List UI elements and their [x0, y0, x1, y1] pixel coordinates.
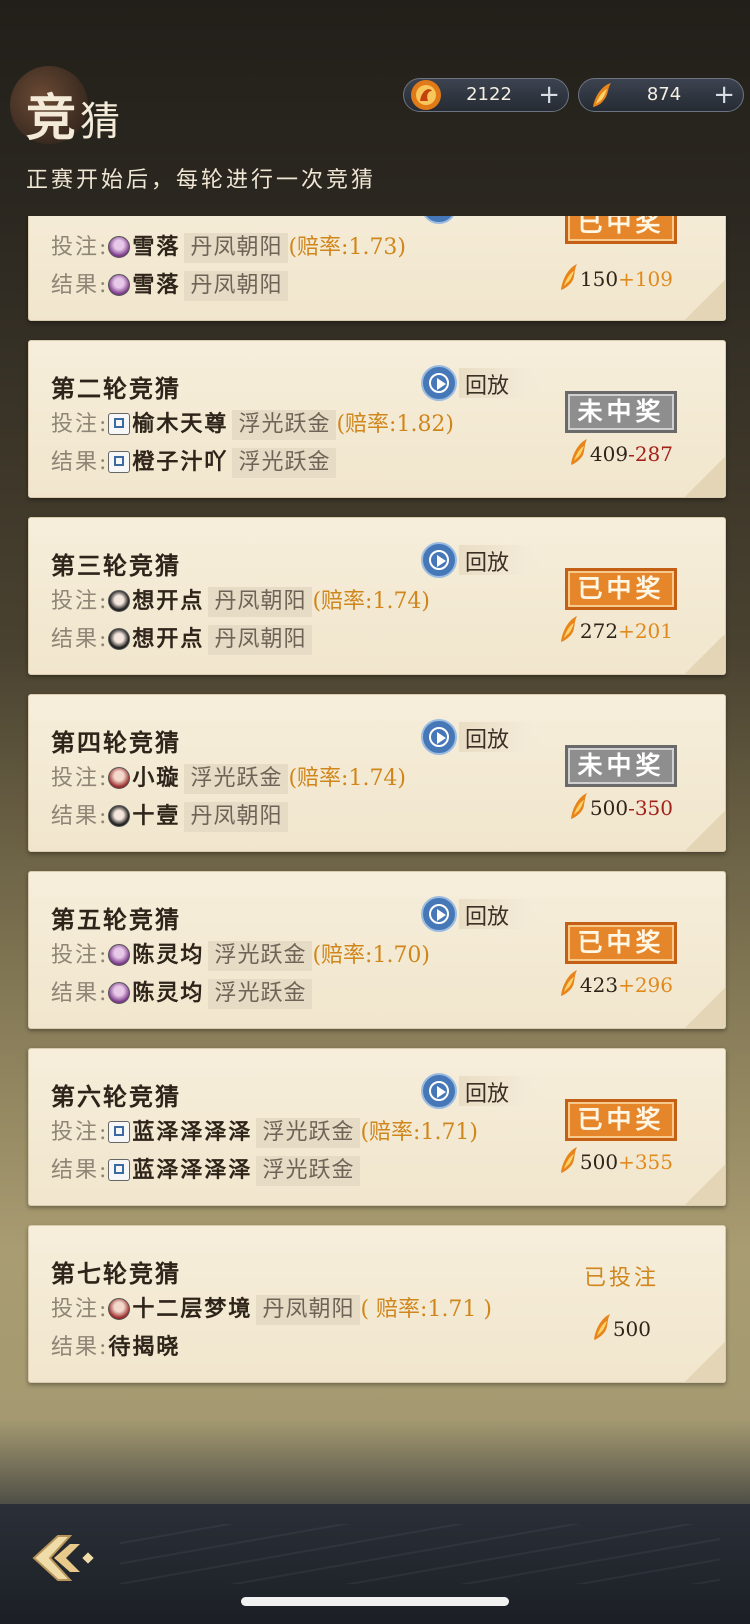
round-title: 第五轮竞猜: [51, 905, 181, 934]
round-title: 第四轮竞猜: [51, 728, 181, 757]
round-card: 第四轮竞猜 回放 投注: 小璇 浮光跃金 (赔率:1.74) 结果: 十壹 丹凤朝阳 未中…: [28, 694, 726, 852]
bet-amount: 423+296: [558, 968, 673, 1000]
status-badge: 已中奖: [565, 1099, 677, 1141]
avatar: [108, 451, 131, 473]
avatar: [108, 767, 131, 789]
bet-row: 投注: 陈灵均 浮光跃金 (赔率:1.70): [51, 940, 430, 971]
result-row: 结果:待揭晓: [51, 1334, 181, 1360]
flame-feather-icon: [560, 970, 577, 996]
avatar: [108, 805, 131, 827]
play-icon: [421, 542, 457, 578]
result-row: 结果: 十壹 丹凤朝阳: [51, 801, 289, 832]
round-title: 第七轮竞猜: [51, 1259, 181, 1288]
result-row: 结果: 蓝泽泽泽泽 浮光跃金: [51, 1155, 361, 1186]
avatar: [108, 590, 131, 612]
rounds-list[interactable]: 投注: 雪落 丹凤朝阳 (赔率:1.73) 结果: 雪落 丹凤朝阳 已中奖 150+109…: [0, 216, 750, 1396]
result-row: 结果: 雪落 丹凤朝阳: [51, 270, 289, 301]
play-icon: [421, 216, 457, 224]
page-subtitle: 正赛开始后，每轮进行一次竞猜: [26, 168, 377, 193]
bet-row: 投注: 蓝泽泽泽泽 浮光跃金 (赔率:1.71): [51, 1117, 478, 1148]
status-badge: 未中奖: [565, 391, 677, 433]
flame-feather-icon: [560, 264, 577, 290]
flame-feather-icon: [593, 83, 611, 107]
bet-amount: 500+355: [558, 1145, 673, 1177]
fire-phoenix-icon: [411, 80, 441, 110]
bet-amount: 150+109: [558, 262, 673, 294]
currency-value: 874: [646, 84, 682, 105]
play-icon: [421, 1073, 457, 1109]
bet-row: 投注: 想开点 丹凤朝阳 (赔率:1.74): [51, 586, 430, 617]
flame-feather-icon: [560, 616, 577, 642]
play-icon: [421, 896, 457, 932]
replay-button[interactable]: 回放: [421, 542, 551, 578]
avatar: [108, 944, 131, 966]
round-card: 第六轮竞猜 回放 投注: 蓝泽泽泽泽 浮光跃金 (赔率:1.71) 结果: 蓝泽泽泽泽浮…: [28, 1048, 726, 1206]
result-row: 结果: 陈灵均 浮光跃金: [51, 978, 313, 1009]
replay-button[interactable]: 回放: [421, 896, 551, 932]
status-badge: 已中奖: [565, 922, 677, 964]
round-title: 第二轮竞猜: [51, 374, 181, 403]
play-icon: [421, 365, 457, 401]
play-icon: [421, 719, 457, 755]
avatar: [108, 274, 131, 296]
status-badge: 已中奖: [565, 216, 677, 244]
result-row: 结果: 想开点 丹凤朝阳: [51, 624, 313, 655]
avatar: [108, 1298, 131, 1320]
add-currency-button[interactable]: +: [538, 79, 560, 111]
flame-feather-icon: [570, 793, 587, 819]
status-badge: 未中奖: [565, 745, 677, 787]
currency-feather: 874 +: [578, 78, 744, 112]
bet-row: 投注: 榆木天尊 浮光跃金 (赔率:1.82): [51, 409, 454, 440]
flame-feather-icon: [593, 1314, 610, 1340]
bet-amount: 500-350: [568, 791, 673, 823]
currency-phoenix: 2122 +: [403, 78, 569, 112]
avatar: [108, 1159, 131, 1181]
back-arrow-icon[interactable]: [30, 1528, 102, 1588]
round-title: 第三轮竞猜: [51, 551, 181, 580]
round-card: 投注: 雪落 丹凤朝阳 (赔率:1.73) 结果: 雪落 丹凤朝阳 已中奖 150+109: [28, 216, 726, 321]
bet-amount: 500: [591, 1312, 651, 1344]
status-text: 已投注: [583, 1266, 659, 1291]
replay-button[interactable]: 回放: [421, 365, 551, 401]
bet-row: 投注: 雪落 丹凤朝阳 (赔率:1.73): [51, 232, 406, 263]
bet-amount: 409-287: [568, 437, 673, 469]
round-card-pending: 第七轮竞猜 投注: 十二层梦境 丹凤朝阳( 赔率:1.71 ) 结果:待揭晓 已投注…: [28, 1225, 726, 1383]
bet-row: 投注: 十二层梦境 丹凤朝阳( 赔率:1.71 ): [51, 1294, 492, 1325]
flame-feather-icon: [560, 1147, 577, 1173]
avatar: [108, 1121, 131, 1143]
replay-button[interactable]: [421, 216, 551, 224]
page-title: 竞猜: [26, 88, 124, 147]
home-indicator[interactable]: [241, 1597, 509, 1606]
result-row: 结果: 橙子汁吖 浮光跃金: [51, 447, 337, 478]
status-badge: 已中奖: [565, 568, 677, 610]
round-card: 第三轮竞猜 回放 投注: 想开点 丹凤朝阳 (赔率:1.74) 结果: 想开点 丹凤朝阳 …: [28, 517, 726, 675]
replay-button[interactable]: 回放: [421, 719, 551, 755]
bottom-bar: [0, 1504, 750, 1624]
replay-button[interactable]: 回放: [421, 1073, 551, 1109]
avatar: [108, 982, 131, 1004]
flame-feather-icon: [570, 439, 587, 465]
avatar: [108, 236, 131, 258]
round-card: 第二轮竞猜 回放 投注: 榆木天尊 浮光跃金 (赔率:1.82) 结果: 橙子汁吖 浮光跃…: [28, 340, 726, 498]
avatar: [108, 413, 131, 435]
avatar: [108, 628, 131, 650]
bet-row: 投注: 小璇 浮光跃金 (赔率:1.74): [51, 763, 406, 794]
currency-value: 2122: [466, 84, 512, 105]
round-title: 第六轮竞猜: [51, 1082, 181, 1111]
bet-amount: 272+201: [558, 614, 673, 646]
round-card: 第五轮竞猜 回放 投注: 陈灵均 浮光跃金 (赔率:1.70) 结果: 陈灵均 浮光跃金 …: [28, 871, 726, 1029]
add-currency-button[interactable]: +: [713, 79, 735, 111]
